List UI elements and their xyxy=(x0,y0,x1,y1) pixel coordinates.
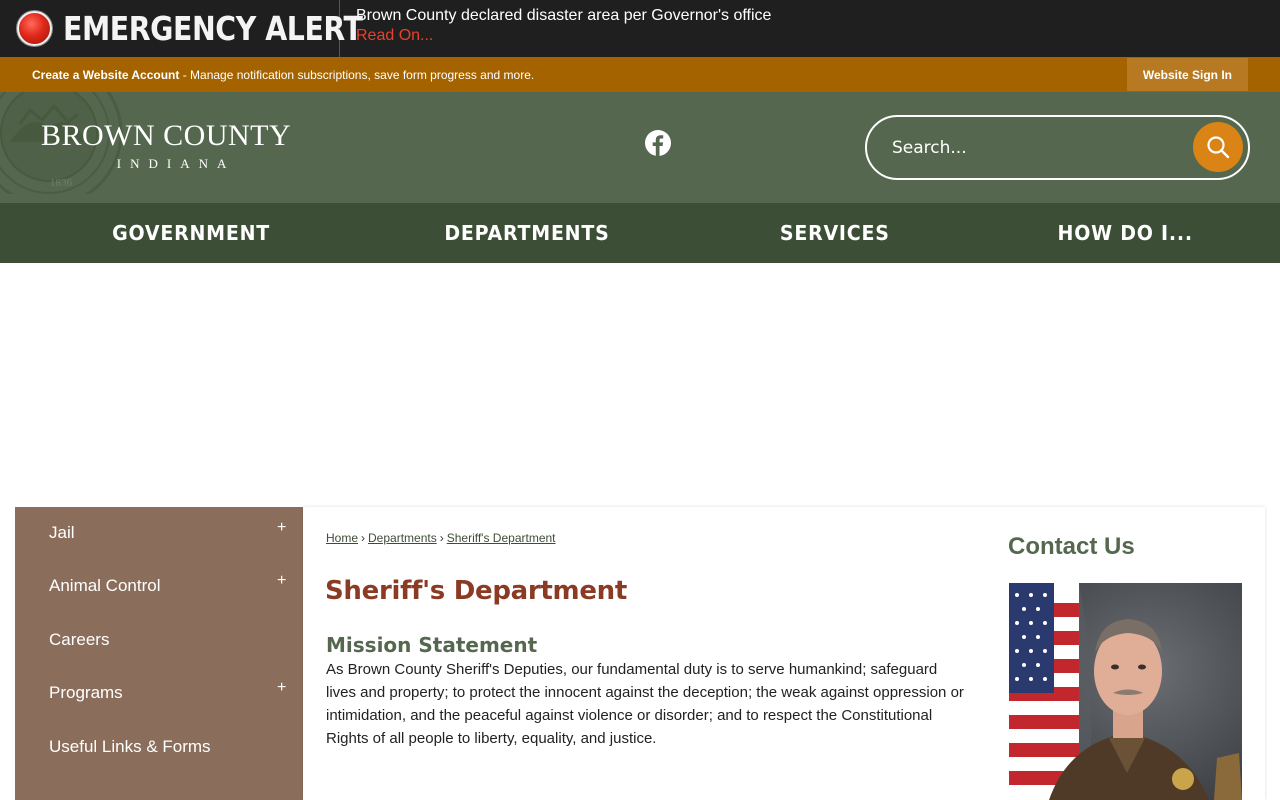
breadcrumb-separator: › xyxy=(361,531,366,545)
alert-read-on-link[interactable]: Read On... xyxy=(356,25,771,47)
logo-state: INDIANA xyxy=(116,156,236,171)
sidebar-item-useful-links[interactable]: Useful Links & Forms xyxy=(15,721,303,771)
sidebar-item-label: Jail xyxy=(49,523,75,542)
nav-services[interactable]: SERVICES xyxy=(780,203,890,263)
search-button[interactable] xyxy=(1193,122,1243,172)
alert-heading: EMERGENCY ALERT xyxy=(0,0,363,57)
page-title: Sheriff's Department xyxy=(325,576,628,606)
sidebar-item-label: Animal Control xyxy=(49,576,161,595)
plus-icon[interactable]: + xyxy=(277,572,286,590)
sidebar-item-label: Useful Links & Forms xyxy=(49,737,211,756)
breadcrumb: Home › Departments › Sheriff's Department xyxy=(326,531,556,545)
mission-statement-heading: Mission Statement xyxy=(326,633,538,657)
sidebar-item-label: Programs xyxy=(49,683,123,702)
main-content: Home › Departments › Sheriff's Department Sh… xyxy=(303,507,1265,800)
main-navigation: GOVERNMENT DEPARTMENTS SERVICES HOW DO I… xyxy=(0,203,1280,263)
logo-name: BROWN COUNTY xyxy=(41,119,292,152)
breadcrumb-separator: › xyxy=(439,531,444,545)
seal-year: 1836 xyxy=(50,177,73,189)
sidebar-item-animal-control[interactable]: Animal Control + xyxy=(15,560,303,610)
site-search xyxy=(865,115,1250,180)
plus-icon[interactable]: + xyxy=(277,679,286,697)
sheriff-photo xyxy=(1009,583,1242,800)
breadcrumb-sheriffs-department[interactable]: Sheriff's Department xyxy=(447,531,556,545)
contact-us-heading: Contact Us xyxy=(1008,533,1135,560)
account-bar: Create a Website Account - Manage notifi… xyxy=(0,57,1280,92)
sidebar-item-label: Careers xyxy=(49,630,110,649)
search-icon xyxy=(1207,136,1230,159)
mission-statement-text: As Brown County Sheriff's Deputies, our … xyxy=(326,661,964,747)
breadcrumb-departments[interactable]: Departments xyxy=(368,531,437,545)
sheriff-portrait-image xyxy=(1009,583,1242,800)
alert-title: EMERGENCY ALERT xyxy=(63,9,363,48)
county-logo[interactable]: BROWN COUNTY INDIANA xyxy=(41,120,291,172)
alert-beacon-icon xyxy=(17,11,52,46)
alert-message: Brown County declared disaster area per … xyxy=(340,0,771,57)
create-account-link[interactable]: Create a Website Account xyxy=(32,68,179,82)
breadcrumb-home[interactable]: Home xyxy=(326,531,358,545)
site-header: 1836 BROWN COUNTY INDIANA xyxy=(0,92,1280,203)
plus-icon[interactable]: + xyxy=(277,519,286,537)
facebook-icon[interactable] xyxy=(645,130,671,156)
sidebar-item-jail[interactable]: Jail + xyxy=(15,507,303,557)
sidebar-nav: Jail + Animal Control + Careers Programs… xyxy=(15,507,303,800)
search-input[interactable] xyxy=(892,137,1182,158)
nav-departments[interactable]: DEPARTMENTS xyxy=(444,203,609,263)
sidebar-item-careers[interactable]: Careers xyxy=(15,614,303,664)
nav-government[interactable]: GOVERNMENT xyxy=(112,203,270,263)
account-prompt: Create a Website Account - Manage notifi… xyxy=(0,68,534,82)
account-description: - Manage notification subscriptions, sav… xyxy=(179,67,535,82)
nav-how-do-i[interactable]: HOW DO I... xyxy=(1058,203,1193,263)
website-sign-in-button[interactable]: Website Sign In xyxy=(1126,58,1248,91)
sidebar-item-programs[interactable]: Programs + xyxy=(15,667,303,717)
emergency-alert-bar: EMERGENCY ALERT Brown County declared di… xyxy=(0,0,1280,57)
alert-message-text: Brown County declared disaster area per … xyxy=(356,7,772,24)
